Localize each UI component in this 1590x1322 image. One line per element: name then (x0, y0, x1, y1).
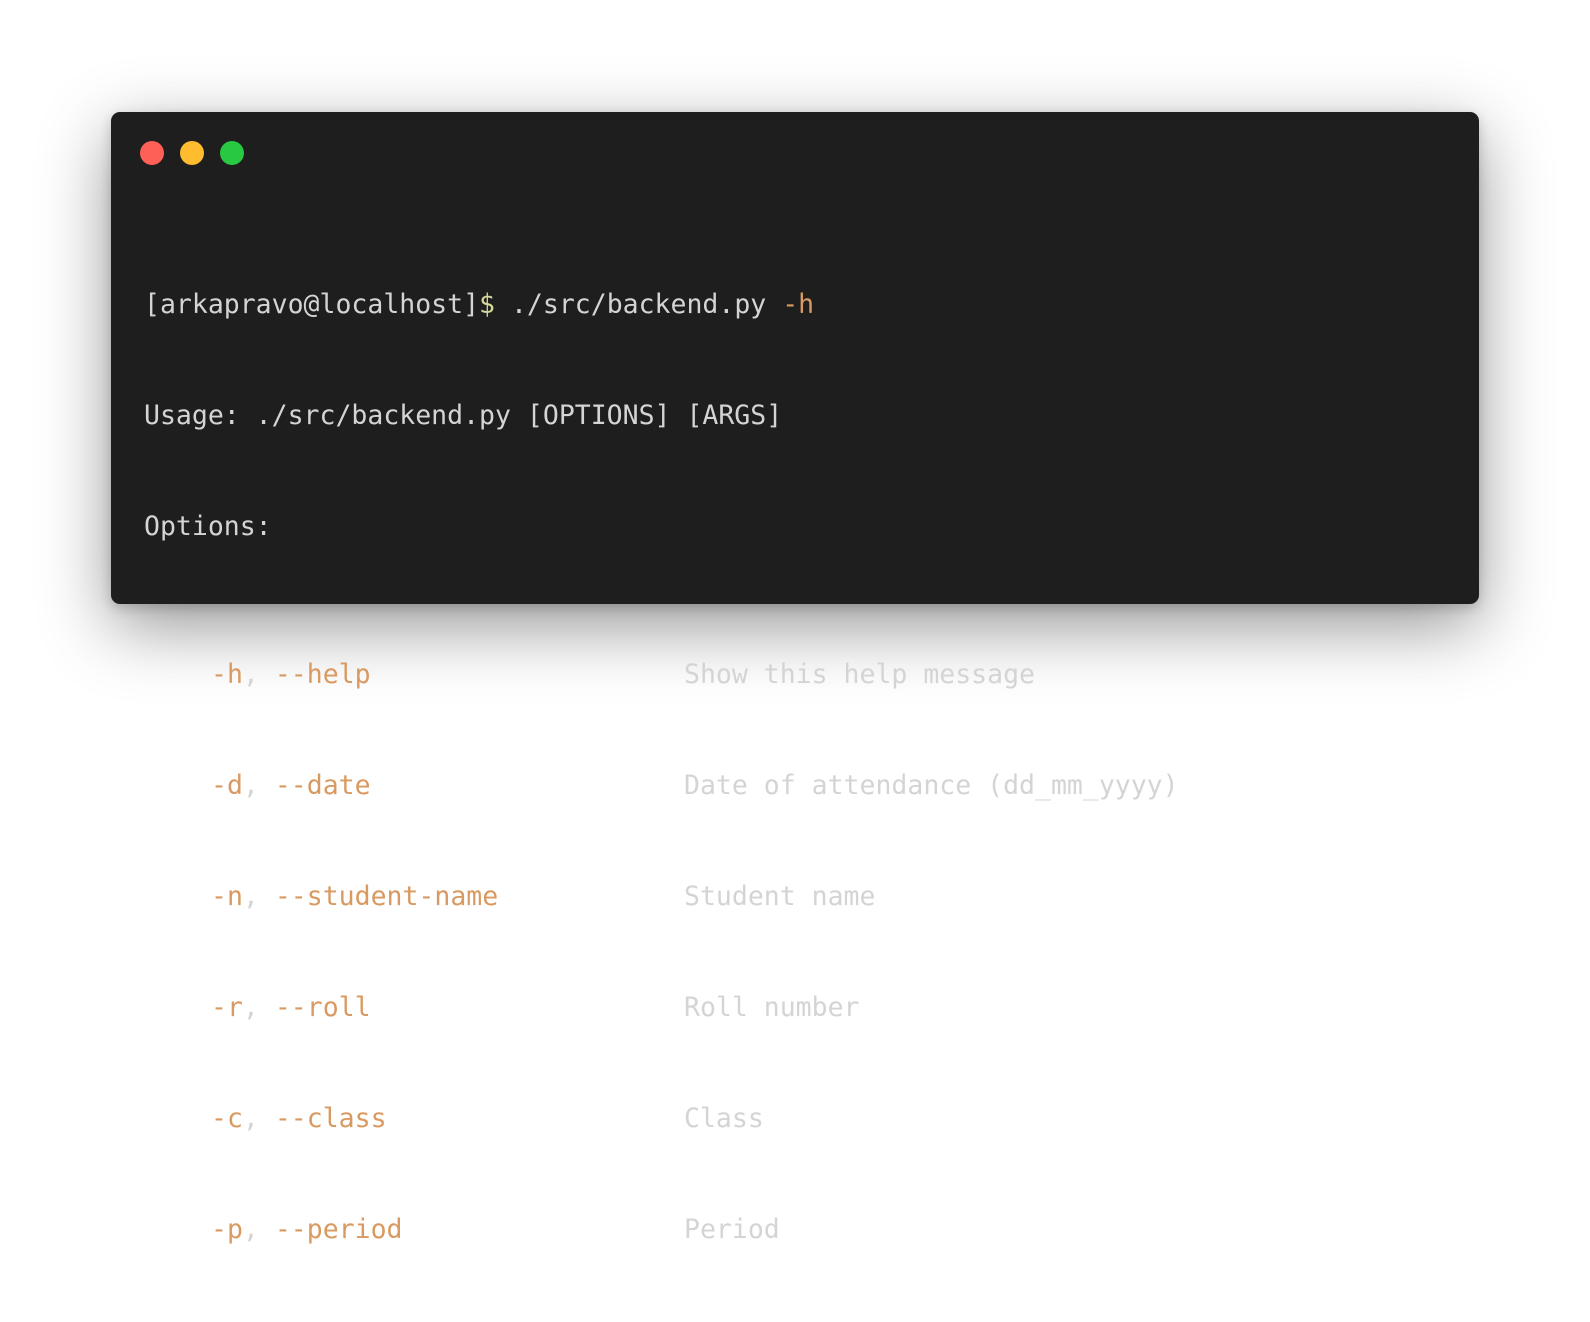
option-short: -r (211, 992, 243, 1023)
option-flags: -r, --roll (144, 989, 684, 1026)
option-long: --period (274, 1214, 403, 1245)
option-separator: , (242, 992, 275, 1023)
command-flag: -h (782, 289, 815, 320)
prompt-user-host: [arkapravo@localhost] (144, 289, 480, 320)
option-long: --roll (274, 992, 371, 1023)
option-separator: , (242, 1103, 275, 1134)
option-description: Show this help message (684, 659, 1035, 690)
option-description: Roll number (684, 992, 860, 1023)
option-long: --class (274, 1103, 387, 1134)
usage-line: Usage: ./src/backend.py [OPTIONS] [ARGS] (144, 400, 783, 431)
close-button[interactable] (140, 141, 164, 165)
option-description: Student name (684, 881, 876, 912)
options-header: Options: (144, 511, 272, 542)
option-long: --date (274, 770, 371, 801)
option-short: -c (211, 1103, 243, 1134)
option-flags: -n, --student-name (144, 878, 684, 915)
option-long: --student-name (274, 881, 499, 912)
terminal-output[interactable]: [arkapravo@localhost]$ ./src/backend.py … (144, 212, 1179, 1322)
prompt-symbol: $ (479, 289, 496, 320)
option-row: -h, --help Show this help message (144, 656, 1179, 693)
option-flags: -c, --class (144, 1100, 684, 1137)
option-short: -n (211, 881, 243, 912)
maximize-button[interactable] (220, 141, 244, 165)
option-row: -d, --date Date of attendance (dd_mm_yyy… (144, 767, 1179, 804)
option-separator: , (242, 770, 275, 801)
option-description: Class (684, 1103, 764, 1134)
minimize-button[interactable] (180, 141, 204, 165)
option-short: -d (211, 770, 243, 801)
option-row: -p, --period Period (144, 1211, 1179, 1248)
terminal-window: [arkapravo@localhost]$ ./src/backend.py … (111, 112, 1479, 1245)
option-separator: , (242, 881, 275, 912)
option-flags: -d, --date (144, 767, 684, 804)
option-flags: -h, --help (144, 656, 684, 693)
option-separator: , (242, 659, 275, 690)
command-line: [arkapravo@localhost]$ ./src/backend.py … (144, 286, 1179, 323)
option-short: -h (211, 659, 243, 690)
option-description: Date of attendance (dd_mm_yyyy) (684, 770, 1179, 801)
option-description: Period (684, 1214, 780, 1245)
option-flags: -p, --period (144, 1211, 684, 1248)
option-short: -p (211, 1214, 243, 1245)
option-row: -r, --roll Roll number (144, 989, 1179, 1026)
option-separator: , (242, 1214, 275, 1245)
command-text: ./src/backend.py (495, 289, 783, 320)
option-row: -c, --class Class (144, 1100, 1179, 1137)
option-long: --help (274, 659, 371, 690)
option-row: -n, --student-name Student name (144, 878, 1179, 915)
window-controls (140, 141, 244, 165)
